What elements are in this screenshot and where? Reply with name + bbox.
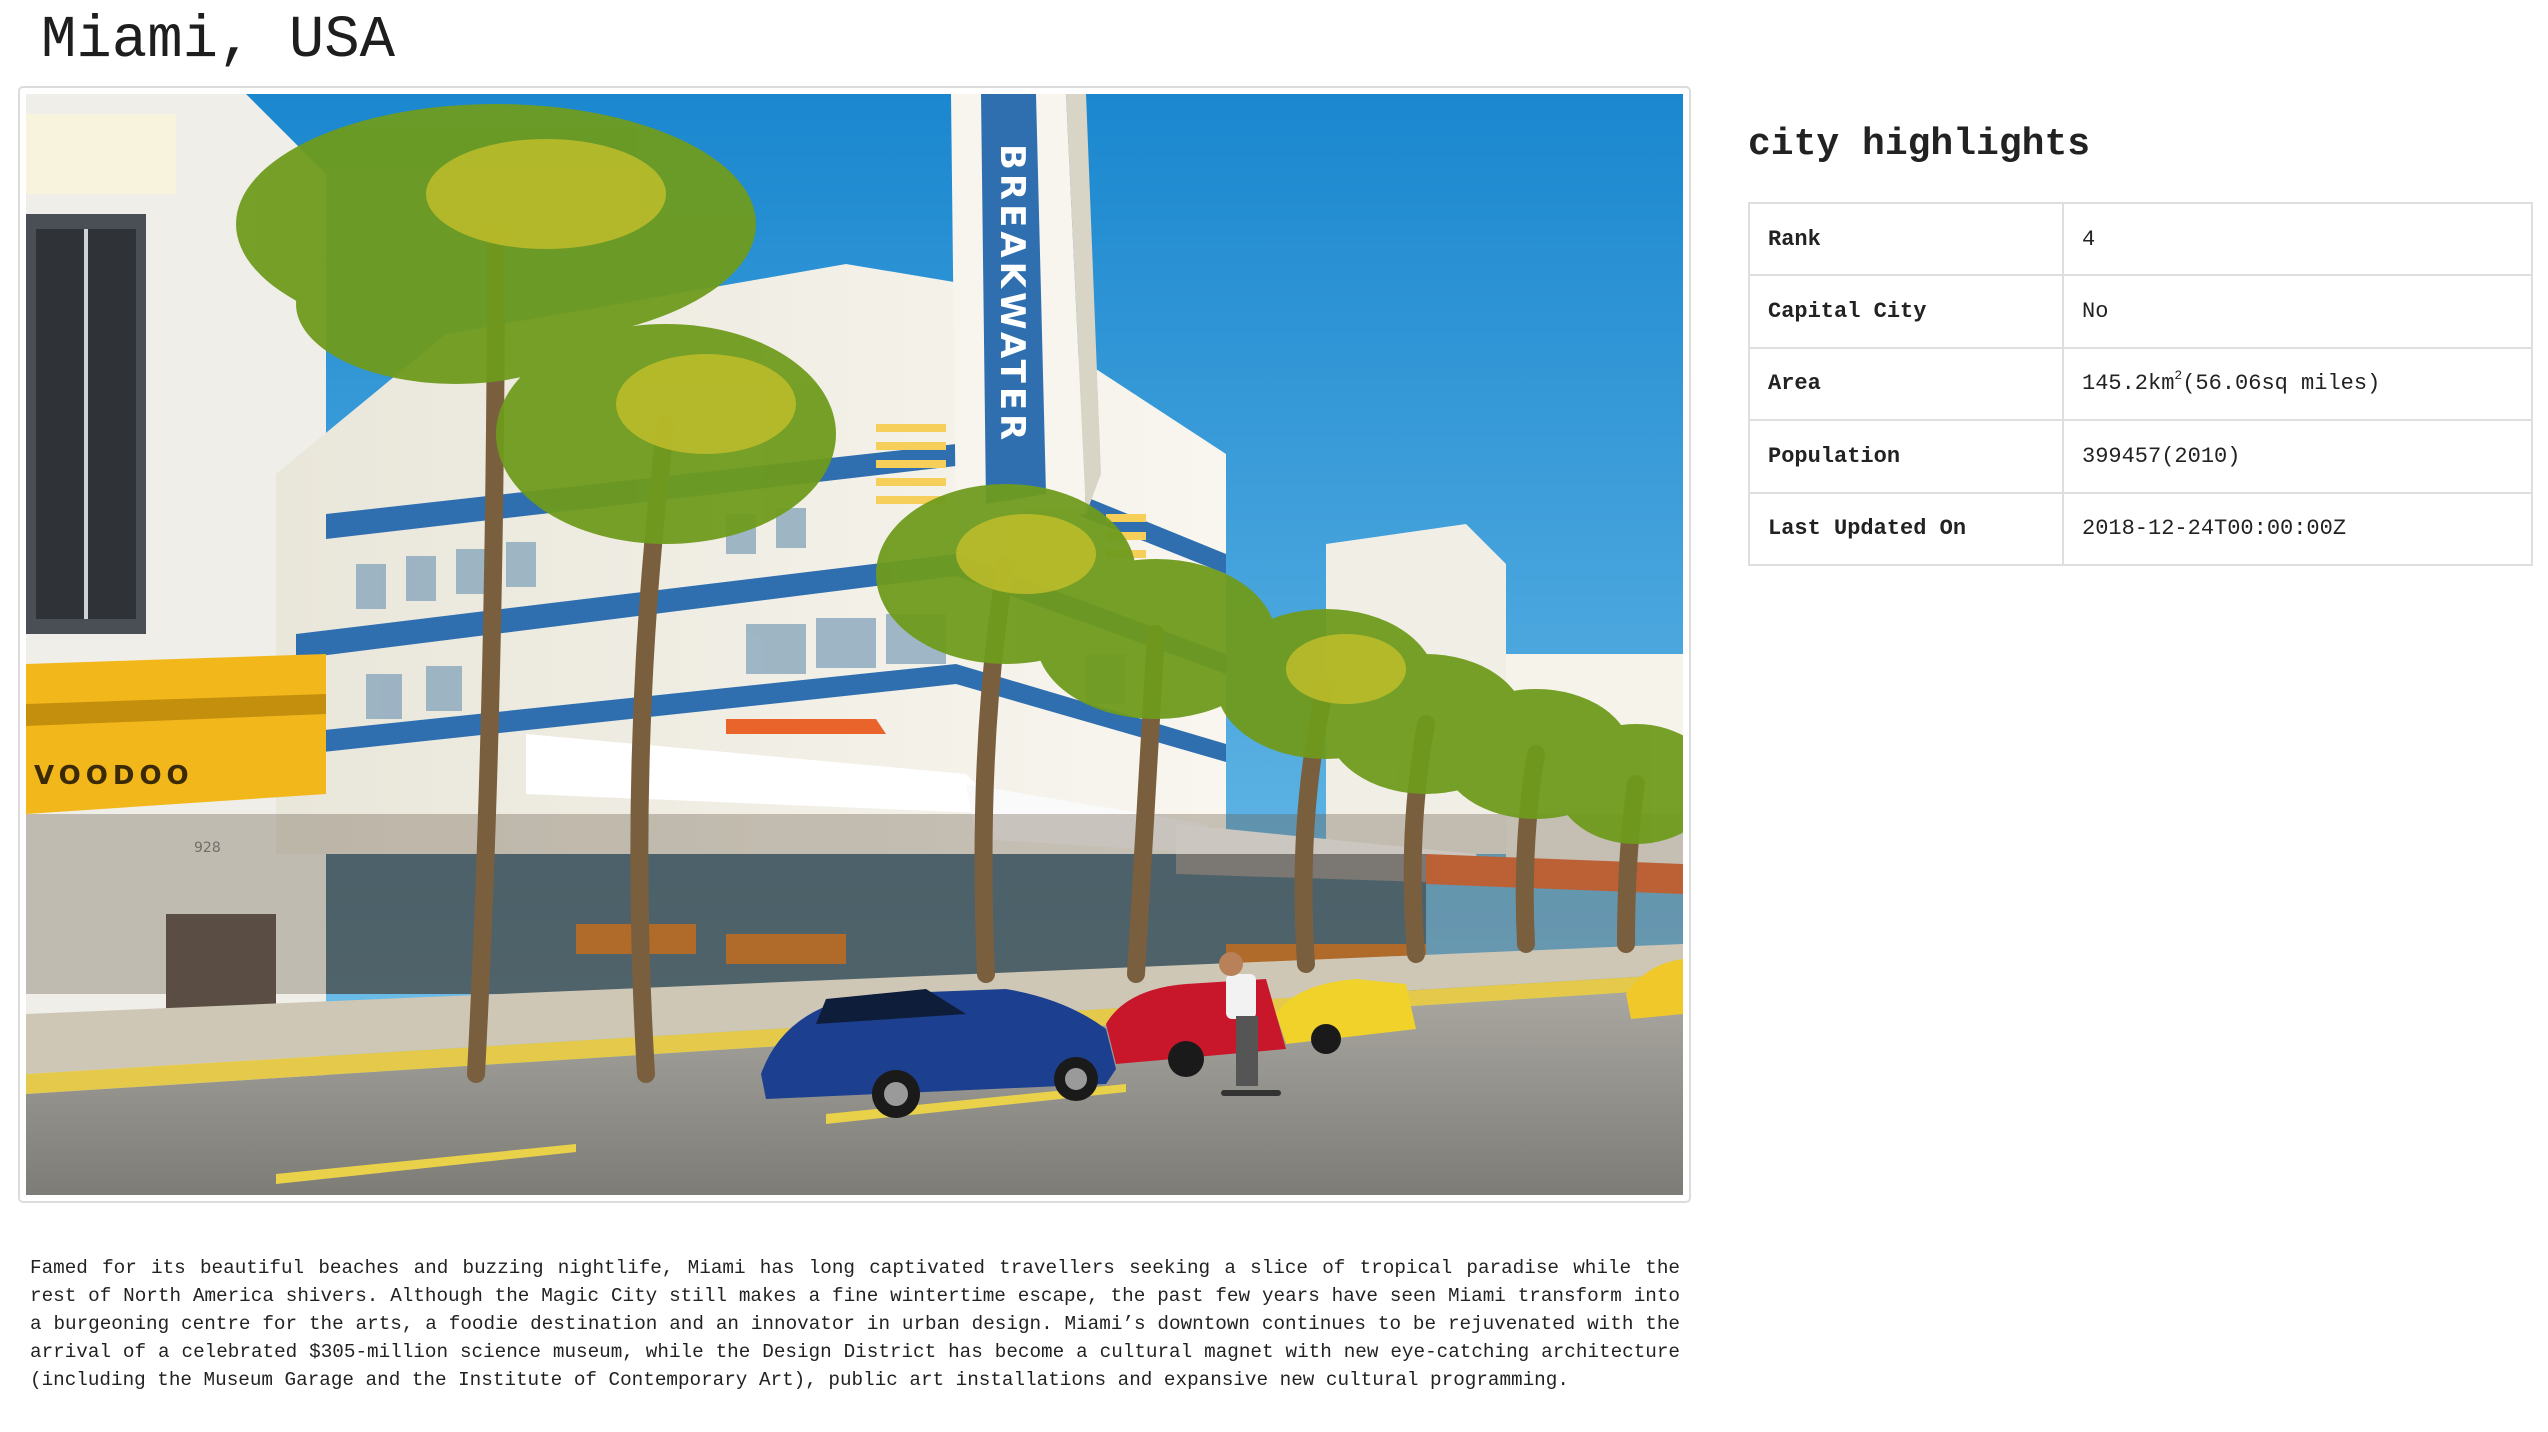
city-description: Famed for its beautiful beaches and buzz… xyxy=(30,1257,1680,1391)
page-title: Miami, USA xyxy=(41,7,396,74)
population-label: Population xyxy=(1748,419,2064,494)
rank-label: Rank xyxy=(1748,201,2064,277)
area-label: Area xyxy=(1748,346,2064,422)
population-value: 399457(2010) xyxy=(2062,419,2533,494)
capital-city-label: Capital City xyxy=(1748,274,2064,349)
breakwater-sign: BREAKWATER xyxy=(992,144,1032,444)
table-row: Rank 4 xyxy=(1748,201,2533,277)
capital-city-value: No xyxy=(2062,274,2533,349)
rank-value: 4 xyxy=(2062,201,2533,277)
table-row: Population 399457(2010) xyxy=(1748,419,2533,494)
area-miles: (56.06sq miles) xyxy=(2182,371,2381,397)
city-highlights-table: Rank 4 Capital City No Area 145.2km2(56.… xyxy=(1748,201,2533,566)
area-km: 145.2km xyxy=(2082,371,2175,397)
last-updated-label: Last Updated On xyxy=(1748,491,2064,566)
last-updated-value: 2018-12-24T00:00:00Z xyxy=(2062,491,2533,566)
highlights-title: city highlights xyxy=(1748,123,2091,166)
table-row: Area 145.2km2(56.06sq miles) xyxy=(1748,346,2533,422)
city-photo: BREAKWATER VOODOO 928 xyxy=(26,94,1683,1195)
voodoo-sign: VOODOO xyxy=(34,761,194,791)
table-row: Capital City No xyxy=(1748,274,2533,349)
area-superscript: 2 xyxy=(2174,368,2183,384)
table-row: Last Updated On 2018-12-24T00:00:00Z xyxy=(1748,491,2533,566)
city-photo-frame: BREAKWATER VOODOO 928 xyxy=(18,86,1691,1203)
area-value: 145.2km2(56.06sq miles) xyxy=(2062,346,2533,422)
